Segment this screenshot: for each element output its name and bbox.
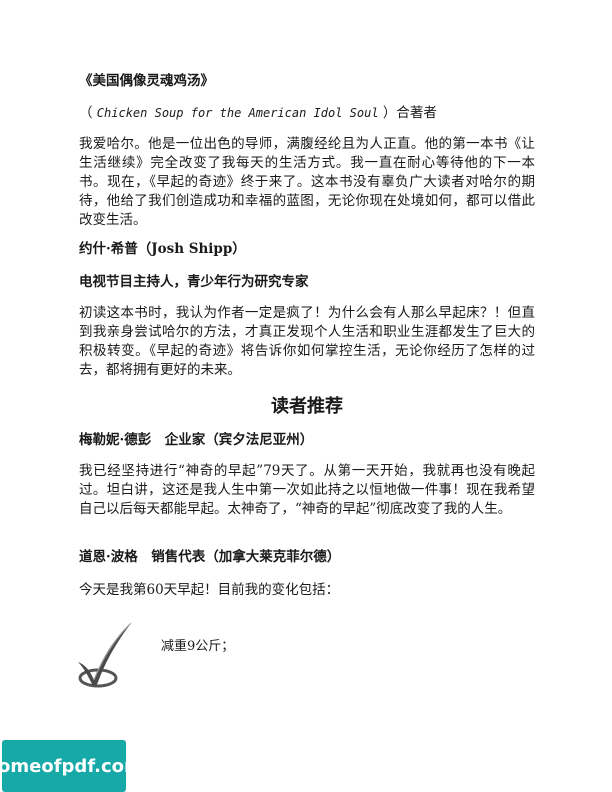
reader-paragraph-2: 今天是我第60天早起！目前我的变化包括： [79, 582, 340, 598]
reader-paragraph-1: 我已经坚持进行“神奇的早起”79天了。从第一天开始，我就再也没有晚起过。坦白讲，… [79, 463, 535, 517]
endorser-name-josh-shipp: 约什·希普（Josh Shipp） [79, 241, 246, 257]
endorsement-paragraph-2: 初读这本书时，我认为作者一定是疯了！为什么会有人那么早起床？！但直到我亲身尝试哈… [79, 305, 535, 378]
checkmark-icon [78, 622, 132, 688]
section-heading: 读者推荐 [271, 396, 343, 417]
endorser-role: 电视节目主持人，青少年行为研究专家 [79, 274, 309, 290]
subtitle-close-role: ）合著者 [382, 105, 437, 121]
subtitle-english-title: Chicken Soup for the American Idol Soul [96, 106, 379, 120]
watermark-text: homeofpdf.com [0, 755, 143, 777]
book-title: 《美国偶像灵魂鸡汤》 [79, 73, 214, 89]
book-subtitle: （ Chicken Soup for the American Idol Sou… [79, 104, 535, 122]
document-page: 《美国偶像灵魂鸡汤》 （ Chicken Soup for the Americ… [0, 0, 612, 792]
reader-name-1: 梅勒妮·德彭 企业家（宾夕法尼亚州） [79, 432, 314, 448]
watermark-logo: homeofpdf.com [0, 740, 143, 792]
reader-name-2: 道恩·波格 销售代表（加拿大莱克菲尔德） [79, 549, 341, 565]
subtitle-open-paren: （ [79, 105, 93, 121]
checklist-item: 减重9公斤； [161, 639, 235, 654]
endorsement-paragraph-1: 我爱哈尔。他是一位出色的导师，满腹经纶且为人正直。他的第一本书《让生活继续》完全… [79, 136, 535, 228]
